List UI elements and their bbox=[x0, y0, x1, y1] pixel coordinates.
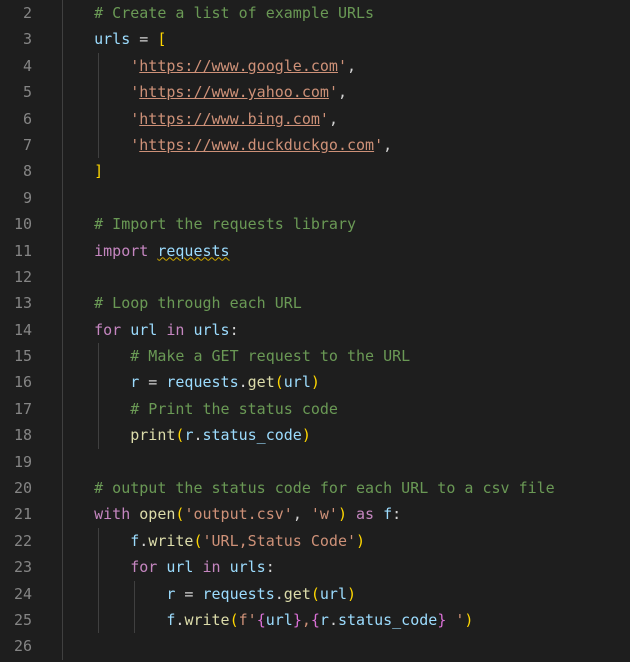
call-get: get bbox=[248, 373, 275, 391]
code-line[interactable] bbox=[58, 185, 630, 211]
keyword-for: for bbox=[94, 321, 121, 339]
bracket: [ bbox=[157, 30, 166, 48]
line-number: 20 bbox=[0, 475, 32, 501]
line-number: 14 bbox=[0, 317, 32, 343]
keyword-with: with bbox=[94, 505, 130, 523]
code-line[interactable]: f.write('URL,Status Code') bbox=[58, 528, 630, 554]
code-line[interactable]: 'https://www.google.com', bbox=[58, 53, 630, 79]
keyword-import: import bbox=[94, 242, 148, 260]
code-line[interactable]: for url in urls: bbox=[58, 554, 630, 580]
line-number: 5 bbox=[0, 79, 32, 105]
line-number: 18 bbox=[0, 422, 32, 448]
code-line[interactable]: # Import the requests library bbox=[58, 211, 630, 237]
line-number: 8 bbox=[0, 158, 32, 184]
string-url: https://www.bing.com bbox=[139, 110, 320, 128]
code-editor[interactable]: 2345678910111213141516171819202122232425… bbox=[0, 0, 630, 662]
code-line[interactable]: with open('output.csv', 'w') as f: bbox=[58, 501, 630, 527]
call-write: write bbox=[148, 532, 193, 550]
call-print: print bbox=[130, 426, 175, 444]
code-line[interactable]: # Loop through each URL bbox=[58, 290, 630, 316]
line-number: 24 bbox=[0, 581, 32, 607]
code-line[interactable]: 'https://www.duckduckgo.com', bbox=[58, 132, 630, 158]
code-line[interactable]: # Make a GET request to the URL bbox=[58, 343, 630, 369]
module-requests: requests bbox=[157, 242, 229, 260]
line-number: 4 bbox=[0, 53, 32, 79]
line-number: 10 bbox=[0, 211, 32, 237]
code-line[interactable]: # output the status code for each URL to… bbox=[58, 475, 630, 501]
call-open: open bbox=[139, 505, 175, 523]
comment: # Create a list of example URLs bbox=[94, 4, 374, 22]
string-url: https://www.duckduckgo.com bbox=[139, 136, 374, 154]
line-number: 23 bbox=[0, 554, 32, 580]
code-line[interactable] bbox=[58, 449, 630, 475]
string-url: https://www.google.com bbox=[139, 57, 338, 75]
code-line[interactable]: r = requests.get(url) bbox=[58, 369, 630, 395]
comment: # output the status code for each URL to… bbox=[94, 479, 555, 497]
line-number: 3 bbox=[0, 26, 32, 52]
line-number: 21 bbox=[0, 501, 32, 527]
line-number: 2 bbox=[0, 0, 32, 26]
code-line[interactable]: for url in urls: bbox=[58, 317, 630, 343]
code-line[interactable]: print(r.status_code) bbox=[58, 422, 630, 448]
line-number: 16 bbox=[0, 369, 32, 395]
code-line[interactable]: ] bbox=[58, 158, 630, 184]
bracket: ] bbox=[94, 162, 103, 180]
keyword-in: in bbox=[166, 321, 184, 339]
keyword-as: as bbox=[356, 505, 374, 523]
code-line[interactable] bbox=[58, 264, 630, 290]
code-line[interactable]: urls = [ bbox=[58, 26, 630, 52]
code-line[interactable]: 'https://www.bing.com', bbox=[58, 106, 630, 132]
code-line[interactable]: 'https://www.yahoo.com', bbox=[58, 79, 630, 105]
line-number: 12 bbox=[0, 264, 32, 290]
line-number: 15 bbox=[0, 343, 32, 369]
line-number: 19 bbox=[0, 449, 32, 475]
code-line[interactable]: # Create a list of example URLs bbox=[58, 0, 630, 26]
comment: # Make a GET request to the URL bbox=[130, 347, 410, 365]
line-number: 7 bbox=[0, 132, 32, 158]
line-number: 13 bbox=[0, 290, 32, 316]
string-url: https://www.yahoo.com bbox=[139, 83, 329, 101]
comment: # Import the requests library bbox=[94, 215, 356, 233]
identifier: urls bbox=[94, 30, 130, 48]
code-line[interactable]: import requests bbox=[58, 238, 630, 264]
code-area[interactable]: # Create a list of example URLs urls = [… bbox=[46, 0, 630, 662]
code-line[interactable] bbox=[58, 633, 630, 659]
line-number: 9 bbox=[0, 185, 32, 211]
comment: # Print the status code bbox=[130, 400, 338, 418]
line-number: 26 bbox=[0, 633, 32, 659]
line-number: 6 bbox=[0, 106, 32, 132]
code-line[interactable]: f.write(f'{url},{r.status_code} ') bbox=[58, 607, 630, 633]
line-number-gutter: 2345678910111213141516171819202122232425… bbox=[0, 0, 46, 662]
code-line[interactable]: # Print the status code bbox=[58, 396, 630, 422]
line-number: 11 bbox=[0, 238, 32, 264]
comment: # Loop through each URL bbox=[94, 294, 302, 312]
line-number: 17 bbox=[0, 396, 32, 422]
line-number: 22 bbox=[0, 528, 32, 554]
code-line[interactable]: r = requests.get(url) bbox=[58, 581, 630, 607]
line-number: 25 bbox=[0, 607, 32, 633]
